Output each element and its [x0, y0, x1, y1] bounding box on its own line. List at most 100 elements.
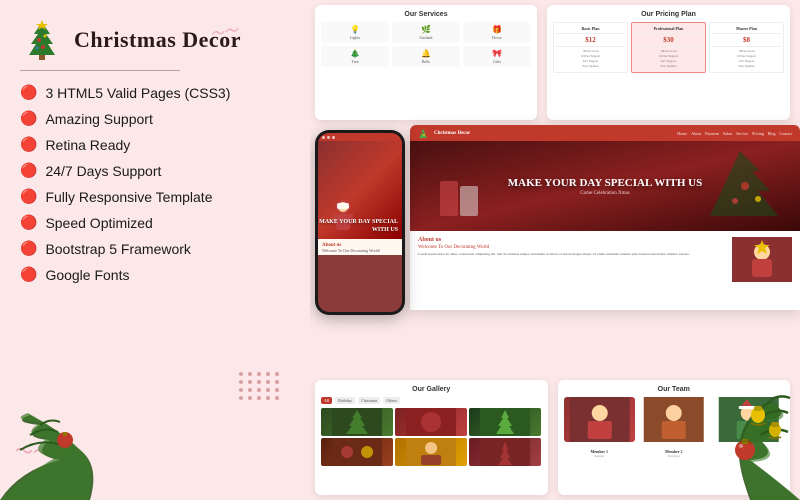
dots-decoration [239, 372, 280, 400]
nav-dot [322, 136, 325, 139]
desktop-about-image [732, 237, 792, 282]
feature-label: Retina Ready [45, 137, 130, 153]
phone-about-sub: Welcome To Our Decorating World! [322, 248, 398, 253]
desktop-about-sub: Welcome To Our Decorating World [418, 245, 724, 250]
gallery-filter-tabs: All Birthday Christmas Others [321, 397, 542, 404]
service-label: Gifts [466, 59, 528, 64]
feature-label: Amazing Support [45, 111, 152, 127]
decor-icon: 🎁 [466, 25, 528, 34]
phone-mockup: MAKE YOUR DAY SPECIAL WITH US About us W… [315, 130, 405, 315]
pine-branch-left [0, 410, 160, 500]
gallery-thumb [395, 408, 467, 436]
ornament-icon: 🔴 [20, 240, 37, 257]
service-label: Tree [324, 59, 386, 64]
gallery-thumb [469, 438, 541, 466]
basic-plan-col: Basic Plan $12 10h hot stock 100 hot Sup… [553, 22, 628, 73]
service-label: Decor [466, 35, 528, 40]
feature-item: 🔴 Bootstrap 5 Framework [20, 237, 290, 260]
feature-label: 3 HTML5 Valid Pages (CSS3) [45, 85, 230, 101]
desktop-about-body: Lorem ipsum dolor sit amet, consectetur … [418, 252, 724, 257]
desktop-hero-title: MAKE YOUR DAY SPECIAL WITH US [508, 176, 702, 191]
price-divider [712, 46, 781, 47]
feature-label: Bootstrap 5 Framework [45, 241, 191, 257]
divider-line [20, 70, 180, 71]
plan-price: $12 [556, 36, 625, 44]
feature-item: 🔴 Fully Responsive Template [20, 185, 290, 208]
feature-label: Speed Optimized [45, 215, 152, 231]
service-label: Garland [395, 35, 457, 40]
price-divider [634, 46, 703, 47]
nav-dot [332, 136, 335, 139]
logo-area: Christmas Decor [20, 18, 290, 62]
ornament-icon: 🔴 [20, 162, 37, 179]
desktop-nav-links: Home About Payment Salon Service Pricing… [677, 131, 792, 136]
service-label: Lights [324, 35, 386, 40]
features-list: 🔴 3 HTML5 Valid Pages (CSS3) 🔴 Amazing S… [20, 81, 290, 286]
right-panel: Our Services 💡 Lights 🌿 Garland 🎁 Decor … [305, 0, 800, 500]
gallery-thumb [395, 438, 467, 466]
phone-screen: MAKE YOUR DAY SPECIAL WITH US About us W… [318, 133, 402, 312]
christmas-tree-icon [20, 18, 64, 62]
phone-hero-text: MAKE YOUR DAY SPECIAL WITH US [318, 219, 398, 235]
team-member-role: Designer [564, 454, 636, 458]
service-item: 🌿 Garland [392, 22, 460, 43]
gallery-grid [321, 408, 542, 466]
plan-name: Professional Plan [634, 26, 703, 31]
service-item: 💡 Lights [321, 22, 389, 43]
ornament-icon: 🔴 [20, 110, 37, 127]
team-member: Member 1 Designer [564, 397, 636, 458]
feature-label: Google Fonts [45, 267, 129, 283]
pricing-card: Our Pricing Plan Basic Plan $12 10h hot … [547, 5, 790, 120]
desktop-about-title: About us [418, 237, 724, 243]
feature-item: 🔴 Google Fonts [20, 263, 290, 286]
top-mockups-row: Our Services 💡 Lights 🌿 Garland 🎁 Decor … [315, 5, 790, 120]
desktop-nav-brand: Christmas Decor [434, 131, 470, 136]
ornament-icon: 🔴 [20, 188, 37, 205]
middle-mockups-row: MAKE YOUR DAY SPECIAL WITH US About us W… [305, 125, 800, 340]
ornament-icon: 🔴 [20, 214, 37, 231]
desktop-screen: Christmas Decor Home About Payment Salon… [410, 125, 800, 310]
desktop-mockup: Christmas Decor Home About Payment Salon… [410, 125, 800, 335]
light-icon: 💡 [324, 25, 386, 34]
gallery-tab-christmas[interactable]: Christmas [358, 397, 380, 404]
price-divider [556, 33, 625, 34]
pine-branch-right [680, 380, 800, 500]
desktop-about-text: About us Welcome To Our Decorating World… [418, 237, 724, 282]
nav-dot [327, 136, 330, 139]
service-label: Bells [395, 59, 457, 64]
feature-label: 24/7 Days Support [45, 163, 161, 179]
plan-price: $30 [634, 36, 703, 44]
garland-icon: 🌿 [395, 25, 457, 34]
gallery-thumb [321, 438, 393, 466]
service-item: 🎀 Gifts [463, 46, 531, 67]
feature-item: 🔴 Amazing Support [20, 107, 290, 130]
plan-price: $8 [712, 36, 781, 44]
feature-item: 🔴 24/7 Days Support [20, 159, 290, 182]
left-panel: Christmas Decor 〜〜 🔴 3 HTML5 Valid Pages… [0, 0, 310, 500]
gallery-tab-birthday[interactable]: Birthday [335, 397, 355, 404]
feature-item: 🔴 Retina Ready [20, 133, 290, 156]
bell-icon: 🔔 [395, 49, 457, 58]
gallery-card: Our Gallery All Birthday Christmas Other… [315, 380, 548, 495]
desktop-hero-section: MAKE YOUR DAY SPECIAL WITH US Come Celeb… [410, 141, 800, 231]
desktop-navbar: Christmas Decor Home About Payment Salon… [410, 125, 800, 141]
gallery-thumb [469, 408, 541, 436]
feature-item: 🔴 3 HTML5 Valid Pages (CSS3) [20, 81, 290, 104]
service-item: 🎄 Tree [321, 46, 389, 67]
gallery-tab-all[interactable]: All [321, 397, 332, 404]
services-grid: 💡 Lights 🌿 Garland 🎁 Decor 🎄 Tree 🔔 [321, 22, 531, 67]
services-title: Our Services [321, 11, 531, 18]
tree-icon: 🎄 [324, 49, 386, 58]
gallery-tab-others[interactable]: Others [383, 397, 400, 404]
professional-plan-col: Professional Plan $30 10h hot stock 100 … [631, 22, 706, 73]
master-plan-col: Master Plan $8 10h hot stock 100 hot Sup… [709, 22, 784, 73]
ornament-icon: 🔴 [20, 266, 37, 283]
price-divider [634, 33, 703, 34]
plan-name: Basic Plan [556, 26, 625, 31]
service-item: 🎁 Decor [463, 22, 531, 43]
desktop-hero-subtitle: Come Celebration Xmas [508, 191, 702, 196]
phone-screen-content: MAKE YOUR DAY SPECIAL WITH US About us W… [318, 133, 402, 312]
service-item: 🔔 Bells [392, 46, 460, 67]
price-divider [556, 46, 625, 47]
phone-nav [318, 133, 402, 141]
